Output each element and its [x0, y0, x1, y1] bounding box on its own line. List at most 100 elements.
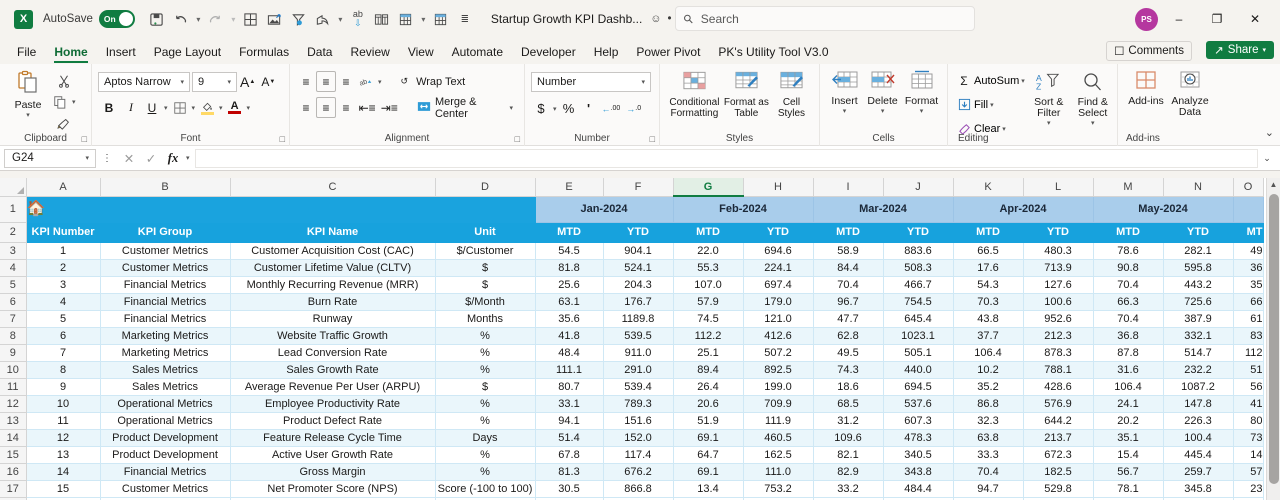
row-header-6[interactable]: 6 [0, 292, 27, 311]
grid-cell[interactable]: 15 [25, 479, 101, 498]
tab-view[interactable]: View [399, 43, 443, 64]
name-box-caret-icon[interactable]: ▾ [83, 154, 91, 162]
autosum-button[interactable]: Σ [954, 70, 974, 91]
grid-cell[interactable]: 78.1 [1092, 479, 1164, 498]
tab-developer[interactable]: Developer [512, 43, 585, 64]
grid-cell[interactable]: 35.6 [534, 309, 604, 328]
grid-cell[interactable]: 754.5 [882, 292, 954, 311]
grid-cell[interactable]: $/Customer [434, 241, 536, 260]
grid-cell[interactable]: 35 [1232, 275, 1264, 294]
window-restore-button[interactable]: ❐ [1200, 6, 1234, 32]
grid-cell[interactable]: 63.8 [952, 428, 1024, 447]
grid-cell[interactable]: 57.9 [672, 292, 744, 311]
formula-input[interactable] [194, 148, 1258, 168]
grid-cell[interactable]: 14 [25, 462, 101, 481]
grid-cell[interactable]: 33.3 [952, 445, 1024, 464]
grid-cell[interactable]: 440.0 [882, 360, 954, 379]
cut-button[interactable] [50, 70, 78, 91]
grid-cell[interactable]: 709.9 [742, 394, 814, 413]
grid-cell[interactable]: 466.7 [882, 275, 954, 294]
tab-file[interactable]: File [8, 43, 45, 64]
grid-cell[interactable]: 112 [1232, 343, 1264, 362]
column-header-a[interactable]: A [25, 178, 101, 197]
freeze-panes-icon[interactable] [394, 7, 418, 31]
grid-cell[interactable]: 31.2 [812, 411, 884, 430]
grid-cell[interactable]: 20.2 [1092, 411, 1164, 430]
grid-cell[interactable]: 70.4 [1092, 309, 1164, 328]
grid-cell[interactable]: $ [434, 275, 536, 294]
grid-cell[interactable]: 213.7 [1022, 428, 1094, 447]
fill-caret-icon[interactable]: ▾ [988, 101, 996, 109]
grid-cell[interactable]: 387.9 [1162, 309, 1234, 328]
sort-filter-button[interactable]: AZ Sort & Filter ▾ [1027, 70, 1071, 127]
grid-cell[interactable]: Marketing Metrics [99, 343, 231, 362]
grid-cell[interactable]: 36 [1232, 258, 1264, 277]
grid-cell[interactable]: 676.2 [602, 462, 674, 481]
fill-color-caret-icon[interactable]: ▾ [217, 104, 225, 112]
home-icon[interactable]: 🏠 [27, 200, 46, 217]
grid-cell[interactable]: 83 [1232, 326, 1264, 345]
grid-cell[interactable]: 82.1 [812, 445, 884, 464]
grid-cell[interactable]: 539.5 [602, 326, 674, 345]
grid-cell[interactable]: 15.4 [1092, 445, 1164, 464]
underline-button[interactable]: U [142, 97, 162, 118]
table-row[interactable]: 13 11 Operational Metrics Product Defect Ra… [0, 411, 1264, 430]
grid-cell[interactable]: 89.4 [672, 360, 744, 379]
grid-cell[interactable]: Gross Margin [229, 462, 436, 481]
grid-cell[interactable]: 51.4 [534, 428, 604, 447]
decrease-indent-button[interactable]: ⇤≡ [356, 97, 378, 118]
grid-cell[interactable]: 10.2 [952, 360, 1024, 379]
grid-cell[interactable]: 892.5 [742, 360, 814, 379]
grid-cell[interactable]: 529.8 [1022, 479, 1094, 498]
grid-cell[interactable]: 147.8 [1162, 394, 1234, 413]
redo-dropdown-caret-icon[interactable]: ▾ [228, 15, 239, 24]
grid-cell[interactable]: 9 [25, 377, 101, 396]
grid-cell[interactable]: 878.3 [1022, 343, 1094, 362]
increase-indent-button[interactable]: ⇥≡ [378, 97, 400, 118]
copy-caret-icon[interactable]: ▾ [70, 98, 78, 106]
row-header-8[interactable]: 8 [0, 326, 27, 345]
save-icon[interactable] [145, 7, 169, 31]
grid-cell[interactable]: Days [434, 428, 536, 447]
grid-cell[interactable]: 282.1 [1162, 241, 1234, 260]
search-input[interactable]: ⚲ Search [675, 6, 975, 31]
grid-cell[interactable]: 43.8 [952, 309, 1024, 328]
grid-cell[interactable]: Active User Growth Rate [229, 445, 436, 464]
column-header-d[interactable]: D [434, 178, 536, 197]
comments-button[interactable]: ☐ Comments [1106, 41, 1192, 61]
collapse-ribbon-button[interactable]: ⌄ [1265, 126, 1274, 139]
grid-cell[interactable]: 2 [25, 258, 101, 277]
font-size-input[interactable]: 9 ▾ [192, 71, 237, 92]
orientation-caret-icon[interactable]: ▾ [376, 78, 384, 86]
grid-cell[interactable]: 1189.8 [602, 309, 674, 328]
font-size-caret-icon[interactable]: ▾ [225, 78, 233, 86]
grid-cell[interactable]: Operational Metrics [99, 394, 231, 413]
grid-cell[interactable]: 96.7 [812, 292, 884, 311]
grid-cell[interactable]: Burn Rate [229, 292, 436, 311]
grid-cell[interactable]: 73 [1232, 428, 1264, 447]
tab-pk-utility-tool[interactable]: PK's Utility Tool V3.0 [709, 43, 837, 64]
row-header-7[interactable]: 7 [0, 309, 27, 328]
grid-cell[interactable]: Customer Metrics [99, 258, 231, 277]
grid-cell[interactable]: % [434, 394, 536, 413]
fill-color-button[interactable] [197, 97, 217, 118]
column-header-n[interactable]: N [1162, 178, 1234, 197]
cell-styles-button[interactable]: Cell Styles [770, 68, 813, 119]
grid-cell[interactable]: 6 [25, 326, 101, 345]
picture-icon[interactable] [263, 7, 287, 31]
percent-format-button[interactable]: % [559, 98, 579, 119]
grid-table[interactable]: A B C D E F G H I J K L M N O 1 🏠 Jan-2024 Feb-2024 Mar-202… [0, 178, 1264, 500]
format-painter-button[interactable] [50, 112, 78, 133]
grid-cell[interactable]: 20.6 [672, 394, 744, 413]
grid-cell[interactable]: 94.7 [952, 479, 1024, 498]
insert-cells-button[interactable]: Insert ▾ [826, 68, 863, 115]
grid-cell[interactable]: 883.6 [882, 241, 954, 260]
grid-cell[interactable]: 713.9 [1022, 258, 1094, 277]
grid-cell[interactable]: 443.2 [1162, 275, 1234, 294]
column-header-k[interactable]: K [952, 178, 1024, 197]
name-box[interactable]: G24 ▾ [4, 148, 96, 168]
grid-cell[interactable]: 788.1 [1022, 360, 1094, 379]
grid-cell[interactable]: Customer Metrics [99, 479, 231, 498]
borders-icon[interactable] [239, 7, 263, 31]
grid-cell[interactable]: 672.3 [1022, 445, 1094, 464]
